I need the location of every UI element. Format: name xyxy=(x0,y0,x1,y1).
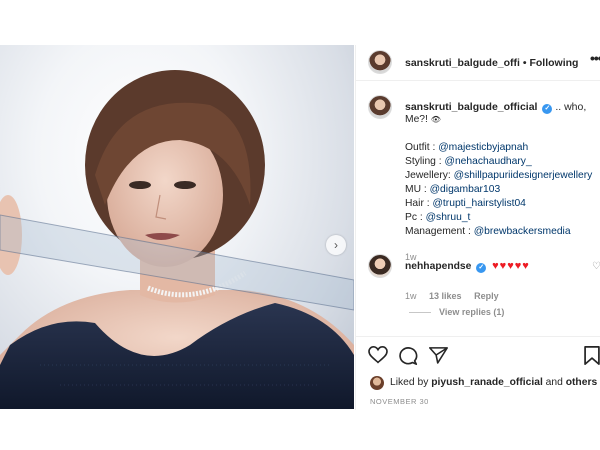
credit-styling: Styling : @nehachaudhary_ xyxy=(405,156,532,167)
author-avatar[interactable] xyxy=(368,50,392,74)
header-separator: • xyxy=(522,57,527,69)
credit-outfit: Outfit : @majesticbyjapnah xyxy=(405,142,528,153)
comment-header: nehhapendse ✓ ♥♥♥♥♥ xyxy=(405,260,530,273)
view-replies-label[interactable]: View replies (1) xyxy=(439,307,504,317)
post-header: sanskruti_balgude_offi • Following ••• xyxy=(356,45,600,81)
caption-username[interactable]: sanskruti_balgude_official xyxy=(405,101,537,113)
caption-header: sanskruti_balgude_official ✓ .. who, xyxy=(405,101,586,114)
header-username-row: sanskruti_balgude_offi • Following xyxy=(405,57,578,69)
liked-prefix: Liked by xyxy=(390,377,432,388)
replies-divider xyxy=(409,312,431,314)
verified-icon: ✓ xyxy=(542,104,553,114)
credit-pc: Pc : @shruu_t xyxy=(405,212,470,223)
save-icon[interactable] xyxy=(584,346,600,365)
credit-mention[interactable]: @shillpapuriidesignerjewellery xyxy=(454,170,593,181)
liked-by-user[interactable]: piyush_ranade_official xyxy=(431,377,543,388)
view-replies[interactable]: View replies (1) xyxy=(409,307,504,317)
comment-meta: 1w 13 likes Reply xyxy=(405,291,509,301)
credit-mention[interactable]: @trupti_hairstylist04 xyxy=(432,198,525,209)
instagram-post: › sanskruti_balgude_offi • Following •••… xyxy=(0,45,600,410)
post-actions: Liked by piyush_ranade_official and othe… xyxy=(356,336,600,410)
credit-label: Styling : xyxy=(405,156,445,167)
portrait-illustration xyxy=(0,70,354,409)
commenter-avatar[interactable] xyxy=(368,254,392,278)
post-date[interactable]: NOVEMBER 30 xyxy=(370,397,429,406)
liked-middle: and xyxy=(542,377,566,388)
post-side-panel: sanskruti_balgude_offi • Following ••• s… xyxy=(355,45,600,410)
credit-label: Hair : xyxy=(405,198,433,209)
credit-mention[interactable]: @digambar103 xyxy=(430,184,501,195)
liked-by-text: Liked by piyush_ranade_official and othe… xyxy=(390,377,597,388)
caption-avatar[interactable] xyxy=(368,95,392,119)
carousel-next-button[interactable]: › xyxy=(326,235,346,255)
credit-label: Management : xyxy=(405,226,474,237)
liked-others[interactable]: others xyxy=(566,377,597,388)
heart-icon[interactable] xyxy=(368,346,388,364)
comment-likes[interactable]: 13 likes xyxy=(429,291,462,301)
more-options-icon[interactable]: ••• xyxy=(590,50,600,66)
credit-mu: MU : @digambar103 xyxy=(405,184,500,195)
comment-timestamp[interactable]: 1w xyxy=(405,291,417,301)
credit-mention[interactable]: @nehachaudhary_ xyxy=(445,156,532,167)
chevron-right-icon: › xyxy=(334,238,338,252)
comment-text: ♥♥♥♥♥ xyxy=(492,260,530,272)
credit-mention[interactable]: @brewbackersmedia xyxy=(474,226,571,237)
following-button[interactable]: Following xyxy=(529,57,578,69)
comment-like-icon[interactable]: ♡ xyxy=(592,261,600,272)
liker-avatar[interactable] xyxy=(370,376,384,390)
caption-text: .. who, xyxy=(555,101,587,113)
caption-text2: Me?! xyxy=(405,114,428,125)
credit-label: Pc : xyxy=(405,212,426,223)
reply-button[interactable]: Reply xyxy=(474,291,499,301)
credit-management: Management : @brewbackersmedia xyxy=(405,226,571,237)
caption-text-line2: Me?! 👁 xyxy=(405,114,441,125)
credit-label: Outfit : xyxy=(405,142,439,153)
comment-icon[interactable] xyxy=(398,346,418,365)
credit-mention[interactable]: @shruu_t xyxy=(426,212,471,223)
credit-hair: Hair : @trupti_hairstylist04 xyxy=(405,198,526,209)
eye-icon: 👁 xyxy=(430,115,441,124)
post-photo[interactable]: › xyxy=(0,45,354,409)
header-username[interactable]: sanskruti_balgude_offi xyxy=(405,57,520,69)
verified-icon: ✓ xyxy=(476,263,487,273)
credit-jewellery: Jewellery: @shillpapuriidesignerjeweller… xyxy=(405,170,592,181)
credit-label: Jewellery: xyxy=(405,170,454,181)
credit-mention[interactable]: @majesticbyjapnah xyxy=(438,142,528,153)
comment-username[interactable]: nehhapendse xyxy=(405,261,471,272)
share-icon[interactable] xyxy=(429,346,448,364)
credit-label: MU : xyxy=(405,184,430,195)
